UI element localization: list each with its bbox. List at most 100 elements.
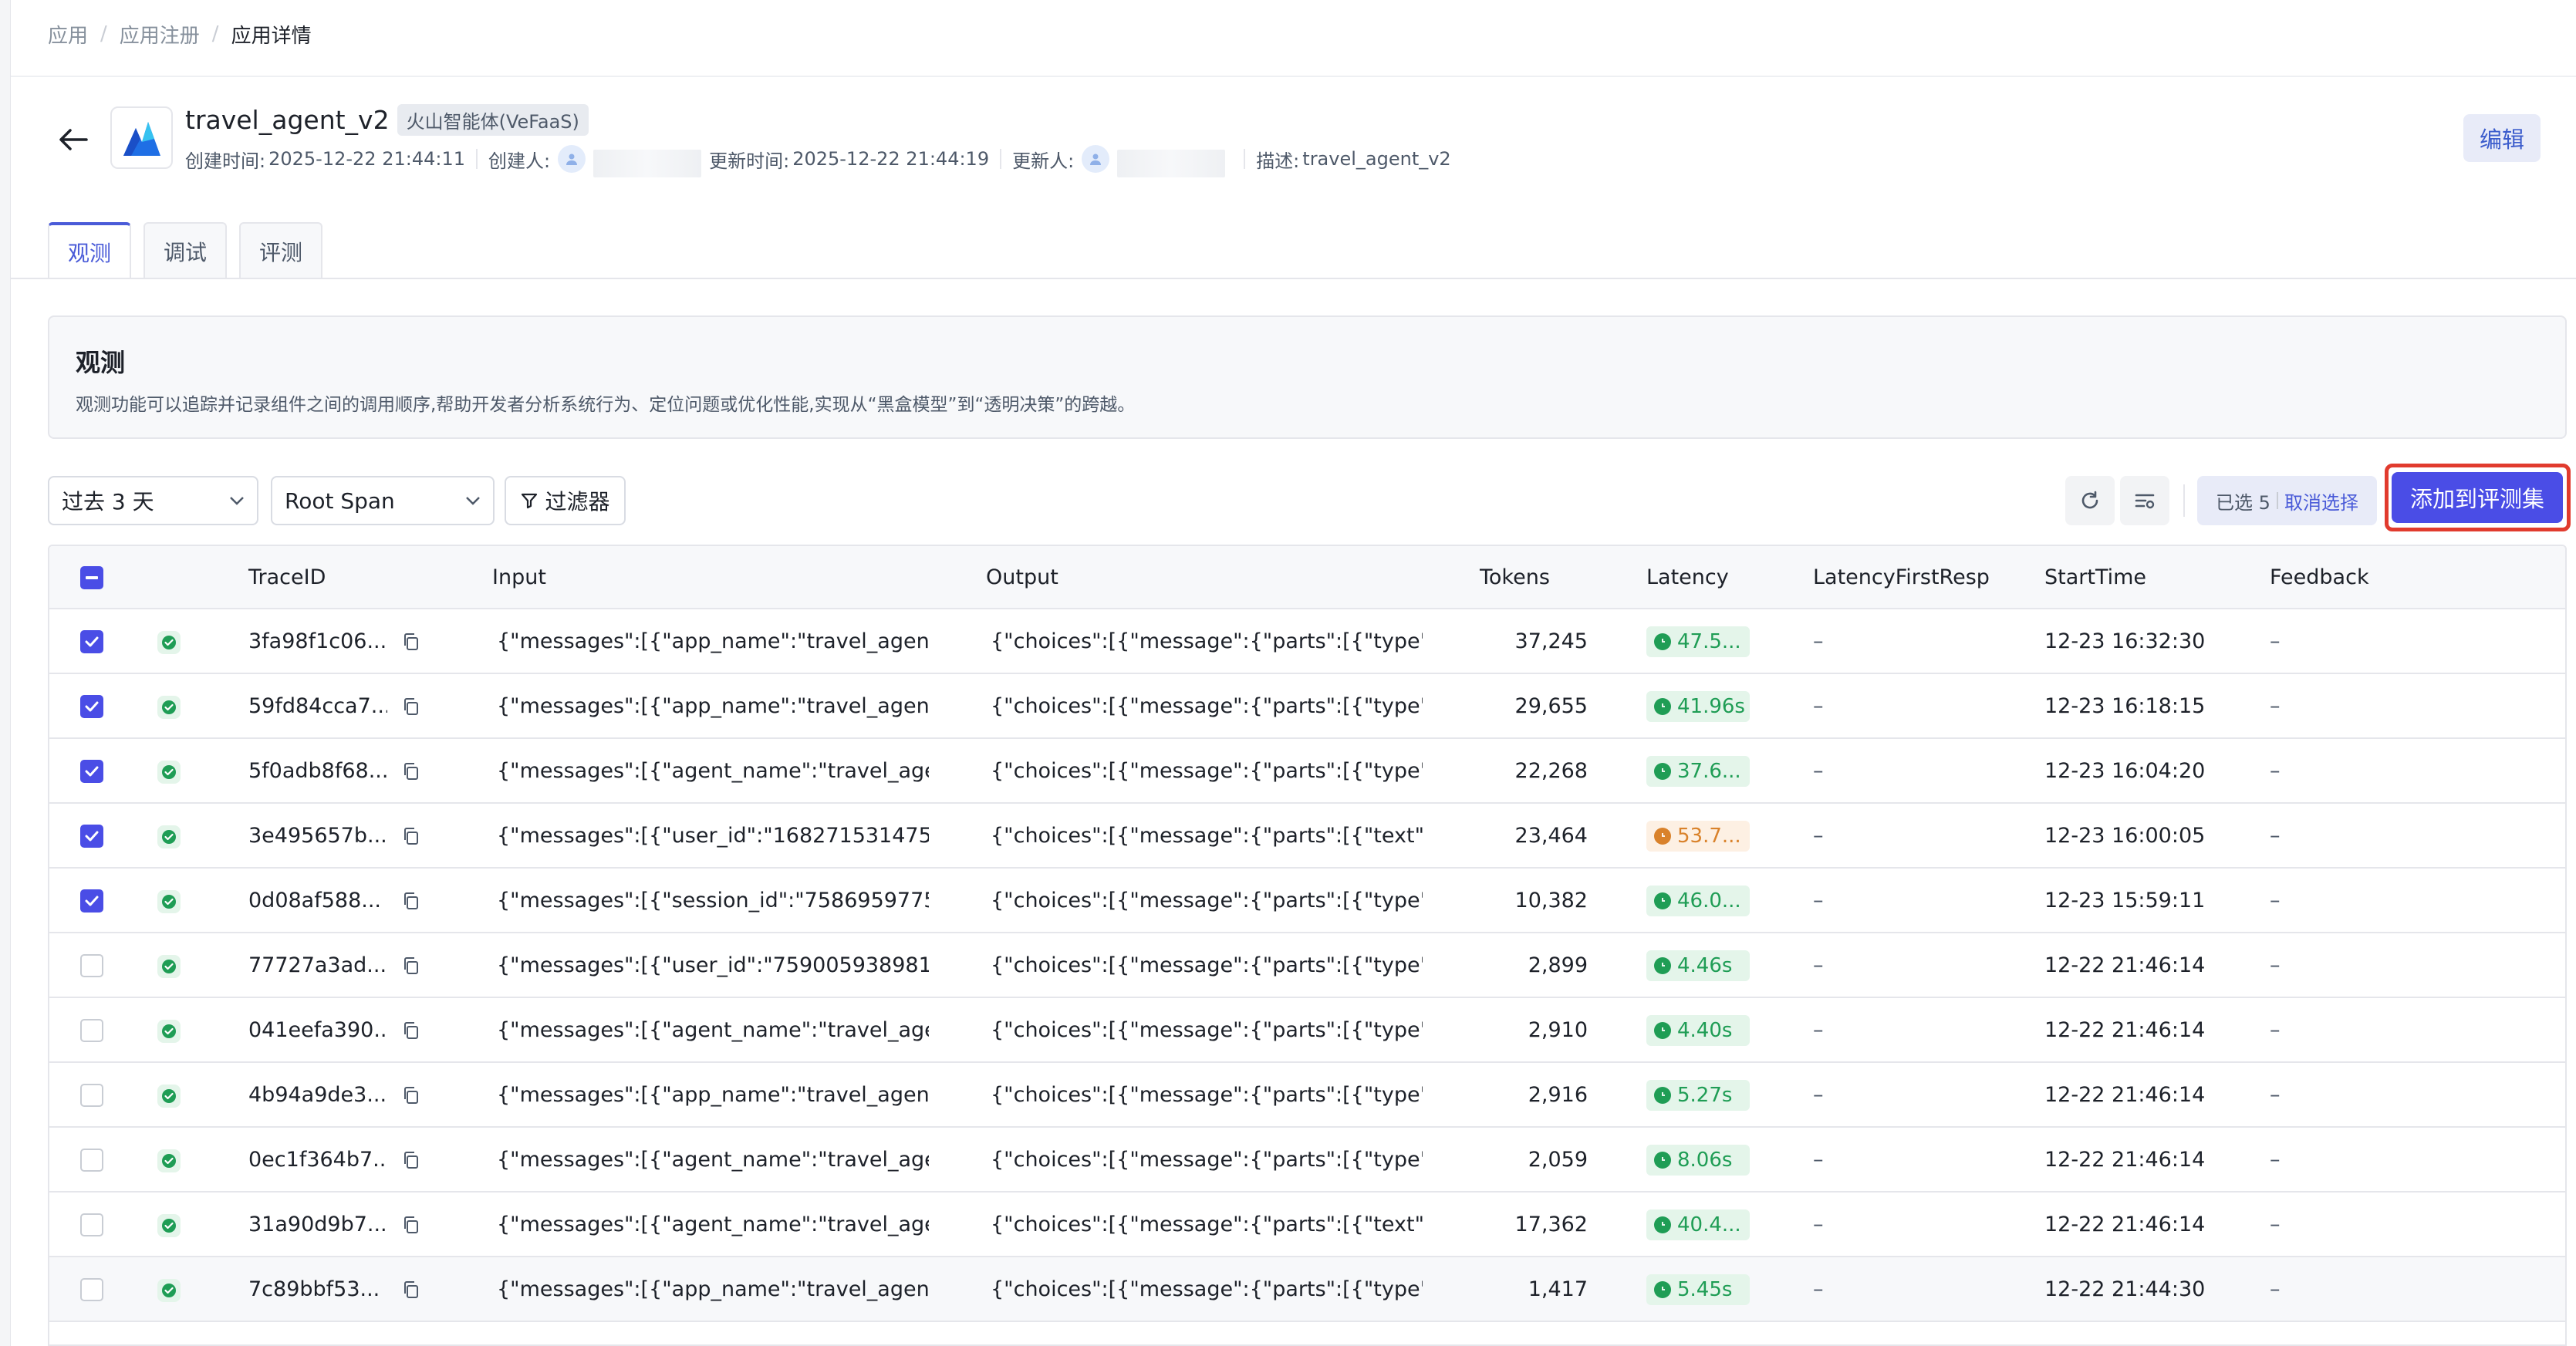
edit-button[interactable]: 编辑 <box>2463 114 2541 162</box>
select-all-checkbox[interactable] <box>80 566 103 589</box>
input-cell[interactable]: {"messages":[{"agent_name":"travel_agent… <box>497 739 929 804</box>
trace-id[interactable]: 0ec1f364b7... <box>248 1128 387 1193</box>
trace-id[interactable]: 0d08af588... <box>248 869 387 933</box>
output-cell[interactable]: {"choices":[{"message":{"parts":[{"type"… <box>991 1128 1423 1193</box>
row-checkbox[interactable] <box>80 1213 103 1236</box>
input-cell[interactable]: {"messages":[{"session_id":"75869597756.… <box>497 869 929 933</box>
copy-icon[interactable] <box>401 826 421 846</box>
table-row[interactable]: 041eefa390... {"messages":[{"agent_name":… <box>49 998 2565 1063</box>
tab-observe[interactable]: 观测 <box>48 222 132 279</box>
row-checkbox[interactable] <box>80 1084 103 1107</box>
row-checkbox[interactable] <box>80 825 103 848</box>
input-cell[interactable]: {"messages":[{"agent_name":"travel_agent… <box>497 1128 929 1193</box>
table-row[interactable]: 7c89bbf53... {"messages":[{"app_name":"tr… <box>49 1257 2565 1322</box>
output-cell[interactable]: {"choices":[{"message":{"parts":[{"text"… <box>991 1193 1423 1257</box>
input-cell[interactable]: {"messages":[{"app_name":"travel_agent",… <box>497 609 929 674</box>
latency-badge: 5.27s <box>1646 1080 1750 1111</box>
add-to-eval-set-button[interactable]: 添加到评测集 <box>2392 472 2563 523</box>
trace-table: TraceID Input Output Tokens Latency Late… <box>48 545 2567 1346</box>
tab-bar: 观测 调试 评测 <box>48 222 323 279</box>
tab-debug[interactable]: 调试 <box>143 222 228 279</box>
trace-id[interactable]: 041eefa390... <box>248 998 387 1063</box>
table-row[interactable]: 0ec1f364b7... {"messages":[{"agent_name":… <box>49 1128 2565 1193</box>
back-button[interactable] <box>54 120 93 159</box>
trace-id[interactable]: 7c89bbf53... <box>248 1257 387 1322</box>
tokens-cell: 22,268 <box>1514 759 1588 783</box>
table-row[interactable]: 31a90d9b7... {"messages":[{"agent_name":"… <box>49 1193 2565 1257</box>
latency-value: 4.40s <box>1677 1019 1733 1042</box>
table-row[interactable]: 3e495657b... {"messages":[{"user_id":"168… <box>49 804 2565 869</box>
trace-id[interactable]: 4b94a9de3... <box>248 1063 387 1128</box>
feedback-cell: – <box>2270 629 2281 653</box>
copy-icon[interactable] <box>401 1150 421 1170</box>
latency-value: 37.6... <box>1677 760 1741 783</box>
copy-icon[interactable] <box>401 761 421 781</box>
start-time-cell: 12-22 21:46:14 <box>2044 1213 2206 1236</box>
output-cell[interactable]: {"choices":[{"message":{"parts":[{"type"… <box>991 933 1423 998</box>
input-cell[interactable]: {"messages":[{"user_id":"75900593898160.… <box>497 933 929 998</box>
input-cell[interactable]: {"messages":[{"app_name":"travel_agent",… <box>497 674 929 739</box>
row-checkbox[interactable] <box>80 630 103 653</box>
output-cell[interactable]: {"choices":[{"message":{"parts":[{"type"… <box>991 1063 1423 1128</box>
input-cell[interactable]: {"messages":[{"app_name":"travel_agent",… <box>497 1257 929 1322</box>
column-settings-button[interactable] <box>2120 476 2169 525</box>
row-checkbox[interactable] <box>80 954 103 977</box>
copy-icon[interactable] <box>401 1085 421 1105</box>
row-checkbox[interactable] <box>80 760 103 783</box>
check-circle-icon <box>162 1024 176 1038</box>
creator-avatar <box>558 145 586 173</box>
output-cell[interactable]: {"choices":[{"message":{"parts":[{"type"… <box>991 998 1423 1063</box>
output-cell[interactable]: {"choices":[{"message":{"parts":[{"type"… <box>991 1257 1423 1322</box>
row-checkbox[interactable] <box>80 1149 103 1172</box>
output-cell[interactable]: {"choices":[{"message":{"parts":[{"type"… <box>991 674 1423 739</box>
trace-id[interactable]: 59fd84cca7... <box>248 674 387 739</box>
refresh-button[interactable] <box>2065 476 2115 525</box>
input-cell[interactable]: {"messages":[{"agent_name":"travel_agent… <box>497 998 929 1063</box>
copy-icon[interactable] <box>401 1020 421 1041</box>
input-cell[interactable]: {"messages":[{"app_name":"travel_agent",… <box>497 1063 929 1128</box>
table-row[interactable]: 0d08af588... {"messages":[{"session_id":"… <box>49 869 2565 933</box>
start-time-cell: 12-23 16:04:20 <box>2044 759 2206 783</box>
row-checkbox[interactable] <box>80 1278 103 1301</box>
table-row[interactable]: 59fd84cca7... {"messages":[{"app_name":"t… <box>49 674 2565 739</box>
copy-icon[interactable] <box>401 956 421 976</box>
table-row[interactable]: 3fa98f1c06... {"messages":[{"app_name":"t… <box>49 609 2565 674</box>
copy-icon[interactable] <box>401 1280 421 1300</box>
table-row[interactable]: 5f0adb8f68... {"messages":[{"agent_name":… <box>49 739 2565 804</box>
creator-label: 创建人: <box>488 150 551 172</box>
output-cell[interactable]: {"choices":[{"message":{"parts":[{"type"… <box>991 739 1423 804</box>
row-checkbox[interactable] <box>80 889 103 913</box>
breadcrumb-item-apps[interactable]: 应用 <box>48 20 88 49</box>
refresh-icon <box>2081 491 2098 509</box>
meta-separator <box>1244 149 1246 169</box>
row-checkbox[interactable] <box>80 695 103 718</box>
copy-icon[interactable] <box>401 891 421 911</box>
check-circle-icon <box>162 1154 176 1168</box>
filter-button[interactable]: 过滤器 <box>505 476 626 525</box>
output-cell[interactable]: {"choices":[{"message":{"parts":[{"type"… <box>991 869 1423 933</box>
trace-id[interactable]: 3e495657b... <box>248 804 387 869</box>
input-cell[interactable]: {"messages":[{"agent_name":"travel_agent… <box>497 1193 929 1257</box>
cancel-selection-link[interactable]: 取消选择 <box>2284 487 2358 514</box>
row-checkbox[interactable] <box>80 1019 103 1042</box>
copy-icon[interactable] <box>401 1215 421 1235</box>
trace-id[interactable]: 3fa98f1c06... <box>248 609 387 674</box>
breadcrumb-item-registry[interactable]: 应用注册 <box>120 20 200 49</box>
time-range-select[interactable]: 过去 3 天 <box>48 476 258 525</box>
input-cell[interactable]: {"messages":[{"user_id":"168271531475593… <box>497 804 929 869</box>
output-cell[interactable]: {"choices":[{"message":{"parts":[{"text"… <box>991 804 1423 869</box>
copy-icon[interactable] <box>401 697 421 717</box>
trace-id[interactable]: 5f0adb8f68... <box>248 739 387 804</box>
latency-value: 47.5... <box>1677 630 1741 653</box>
trace-id[interactable]: 31a90d9b7... <box>248 1193 387 1257</box>
copy-icon[interactable] <box>401 632 421 652</box>
meta-separator <box>1000 149 1002 169</box>
span-type-select[interactable]: Root Span <box>271 476 495 525</box>
output-cell[interactable]: {"choices":[{"message":{"parts":[{"type"… <box>991 609 1423 674</box>
tokens-cell: 1,417 <box>1528 1277 1588 1301</box>
table-row[interactable]: 4b94a9de3... {"messages":[{"app_name":"tr… <box>49 1063 2565 1128</box>
clock-icon <box>1662 703 1665 707</box>
tab-evaluate[interactable]: 评测 <box>239 222 323 279</box>
table-row[interactable]: 77727a3ad... {"messages":[{"user_id":"759… <box>49 933 2565 998</box>
trace-id[interactable]: 77727a3ad... <box>248 933 387 998</box>
